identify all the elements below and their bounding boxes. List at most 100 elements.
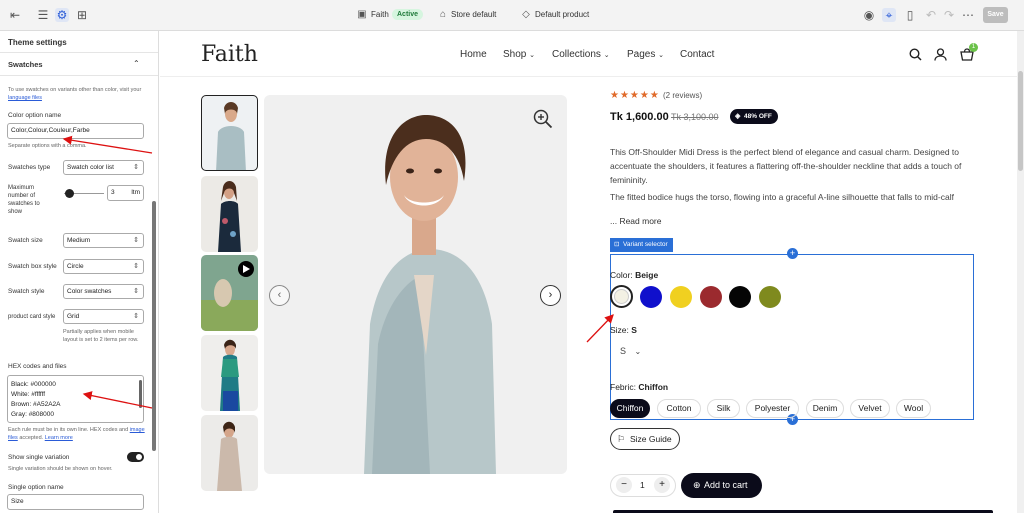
fabric-wool[interactable]: Wool: [896, 399, 931, 418]
product-selector[interactable]: Default product: [535, 10, 589, 19]
swatch-beige[interactable]: [610, 285, 633, 308]
read-more-link[interactable]: ... Read more: [610, 216, 662, 226]
preview-scrollbar-track[interactable]: [1017, 31, 1024, 513]
inspector-icon[interactable]: ⌖: [882, 8, 896, 22]
hex-line: White: #ffffff: [11, 391, 46, 398]
card-style-value: Grid: [67, 313, 80, 320]
thumbnail-2[interactable]: [201, 176, 258, 252]
discount-badge: ◈ 48% OFF: [730, 109, 778, 124]
variant-selector-block[interactable]: [610, 254, 974, 420]
reviews-count[interactable]: (2 reviews): [663, 91, 702, 100]
account-icon[interactable]: [934, 48, 947, 61]
fabric-chiffon[interactable]: Chiffon: [610, 399, 650, 418]
quantity-stepper[interactable]: − 1 +: [610, 474, 676, 497]
more-icon[interactable]: ⋯: [961, 8, 975, 22]
main-product-image[interactable]: [264, 95, 567, 474]
fabric-denim[interactable]: Denim: [806, 399, 844, 418]
product-photo: [364, 115, 496, 474]
theme-settings-icon[interactable]: ⚙: [55, 8, 69, 22]
thumbnail-video[interactable]: [201, 255, 258, 331]
chevron-up-icon[interactable]: ⌃: [133, 59, 140, 68]
show-single-toggle[interactable]: [127, 452, 144, 462]
variant-selector-tag[interactable]: ⊡ Variant selector: [610, 238, 673, 252]
color-option-label: Color option name: [8, 112, 62, 119]
swatch-style-value: Color swatches: [67, 288, 112, 295]
undo-icon[interactable]: ↶: [924, 8, 938, 22]
size-guide-label: Size Guide: [630, 434, 672, 444]
fabric-cotton[interactable]: Cotton: [657, 399, 701, 418]
fabric-polyester[interactable]: Polyester: [746, 399, 799, 418]
max-swatches-label: Maximum number of swatches to show: [8, 185, 40, 215]
add-block-top-button[interactable]: +: [787, 248, 798, 259]
divider: [0, 52, 158, 53]
swatch-yellow[interactable]: [670, 286, 692, 308]
cart-count-badge: 1: [969, 43, 978, 52]
section-title[interactable]: Swatches: [8, 60, 43, 69]
save-button[interactable]: Save: [983, 7, 1008, 23]
max-swatches-slider-handle[interactable]: [65, 189, 74, 198]
theme-name[interactable]: Faith: [371, 10, 389, 19]
sections-icon[interactable]: ☰: [36, 8, 50, 22]
zoom-icon[interactable]: [533, 109, 553, 129]
single-option-input[interactable]: Size: [7, 494, 144, 510]
color-label: Color:: [610, 270, 633, 280]
qty-plus-button[interactable]: +: [654, 477, 670, 493]
swatch-brown[interactable]: [700, 286, 722, 308]
chevron-down-icon: ⌄: [658, 52, 665, 59]
swatch-black[interactable]: [729, 286, 751, 308]
nav-home[interactable]: Home: [460, 49, 487, 60]
nav-collections[interactable]: Collections ⌄: [552, 49, 610, 60]
swatch-blue[interactable]: [640, 286, 662, 308]
preview-icon[interactable]: ◉: [862, 8, 876, 22]
exit-icon[interactable]: ⇤: [8, 8, 22, 22]
color-option-help: Separate options with a comma.: [8, 143, 87, 149]
swatch-style-select[interactable]: Color swatches ⇕: [63, 284, 144, 299]
max-swatches-input[interactable]: 3 ltm: [107, 185, 144, 201]
card-style-select[interactable]: Grid ⇕: [63, 309, 144, 324]
nav-collections-label: Collections: [552, 49, 601, 60]
fabric-silk[interactable]: Silk: [707, 399, 740, 418]
redo-icon[interactable]: ↷: [942, 8, 956, 22]
swatch-size-select[interactable]: Medium ⇕: [63, 233, 144, 248]
textarea-scrollbar[interactable]: [139, 380, 142, 408]
chevron-updown-icon: ⇕: [133, 164, 139, 171]
nav-shop[interactable]: Shop ⌄: [503, 49, 535, 60]
preview-scrollbar-thumb[interactable]: [1018, 71, 1023, 171]
sidebar-scrollbar[interactable]: [152, 201, 156, 451]
box-style-select[interactable]: Circle ⇕: [63, 259, 144, 274]
size-guide-button[interactable]: ⚐ Size Guide: [610, 428, 680, 450]
next-image-button[interactable]: ›: [540, 285, 561, 306]
color-option-input[interactable]: Color,Colour,Couleur,Farbe: [7, 123, 144, 139]
nav-pages[interactable]: Pages ⌄: [627, 49, 664, 60]
intro-text: To use swatches on variants other than c…: [8, 87, 142, 93]
single-option-label: Single option name: [8, 484, 64, 491]
chevron-down-icon: ⌄: [603, 52, 610, 59]
qty-value[interactable]: 1: [640, 480, 645, 490]
thumbnail-4[interactable]: [201, 335, 258, 411]
swatches-type-select[interactable]: Swatch color list ⇕: [63, 160, 144, 175]
mobile-icon[interactable]: ▯: [903, 8, 917, 22]
learn-more-link[interactable]: Learn more: [45, 435, 73, 441]
apps-icon[interactable]: ⊞: [75, 8, 89, 22]
language-files-link[interactable]: language files: [8, 95, 42, 101]
nav-contact[interactable]: Contact: [680, 49, 714, 60]
add-to-cart-button[interactable]: ⊕ Add to cart: [681, 473, 762, 498]
plus-circle-icon: ⊕: [693, 480, 701, 490]
thumbnail-1[interactable]: [201, 95, 258, 171]
qty-minus-button[interactable]: −: [616, 477, 632, 493]
card-style-help: Partially applies when mobile layout is …: [63, 329, 139, 343]
thumbnail-5[interactable]: [201, 415, 258, 491]
size-value: S: [631, 325, 637, 335]
store-selector[interactable]: Store default: [451, 10, 496, 19]
prev-image-button[interactable]: ‹: [269, 285, 290, 306]
chevron-updown-icon: ⇕: [133, 313, 139, 320]
size-dropdown[interactable]: S ⌄: [620, 346, 641, 356]
store-logo[interactable]: Faith: [201, 42, 258, 67]
swatch-size-label: Swatch size: [8, 237, 43, 244]
search-icon[interactable]: [909, 48, 922, 61]
fabric-velvet[interactable]: Velvet: [850, 399, 890, 418]
theme-icon: ▣: [357, 9, 367, 20]
divider: [0, 75, 158, 76]
swatch-olive[interactable]: [759, 286, 781, 308]
hex-codes-textarea[interactable]: Black: #000000 White: #ffffff Brown: #A5…: [7, 375, 144, 423]
